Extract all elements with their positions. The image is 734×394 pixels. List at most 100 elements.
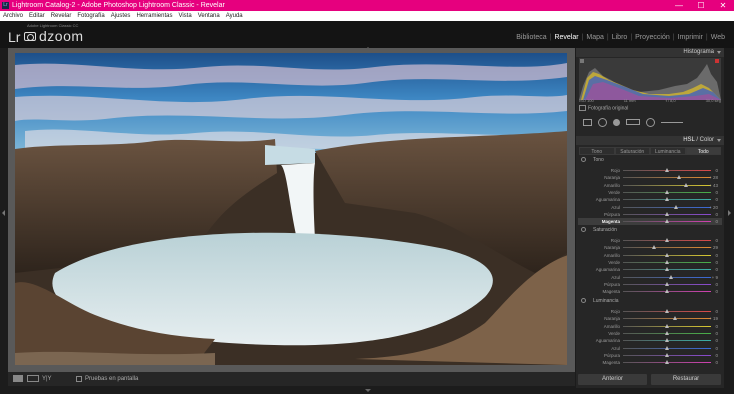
right-panel-scrollbar[interactable] [724, 58, 734, 388]
slider-value[interactable]: 0 [702, 237, 718, 244]
slider-value[interactable]: + 19 [702, 315, 718, 322]
photo-waterfall-canyon[interactable] [15, 53, 567, 365]
hsl-section-header[interactable]: Tono [581, 157, 604, 163]
loupe-view-button[interactable] [13, 375, 23, 382]
target-adjust-icon[interactable] [581, 157, 586, 163]
slider-value[interactable]: 0 [702, 211, 718, 218]
slider-value[interactable]: 0 [702, 167, 718, 174]
slider-thumb-icon[interactable] [665, 338, 669, 343]
slider-thumb-icon[interactable] [652, 245, 657, 250]
left-panel-toggle-icon[interactable] [2, 210, 5, 216]
slider-value[interactable]: 0 [702, 259, 718, 266]
module-web[interactable]: Web [708, 34, 728, 41]
slider-value[interactable]: 0 [702, 252, 718, 259]
slider-value[interactable]: - 29 [702, 244, 718, 251]
slider-thumb-icon[interactable] [665, 168, 669, 172]
tab-saturacion[interactable]: Saturación [614, 147, 650, 155]
bottom-panel-toggle-icon[interactable] [365, 389, 371, 392]
red-eye-icon[interactable] [613, 118, 620, 126]
graduated-filter-icon[interactable] [626, 119, 640, 125]
slider-track[interactable] [623, 276, 711, 278]
spot-removal-icon[interactable] [598, 117, 607, 127]
slider-thumb-icon[interactable] [677, 175, 682, 180]
slider-value[interactable]: 0 [702, 337, 718, 344]
menu-archivo[interactable]: Archivo [0, 11, 26, 21]
slider-value[interactable]: 0 [702, 345, 718, 352]
slider-thumb-icon[interactable] [665, 238, 669, 242]
module-imprimir[interactable]: Imprimir [675, 34, 706, 41]
slider-thumb-icon[interactable] [665, 197, 669, 202]
slider-thumb-icon[interactable] [673, 316, 678, 321]
module-proyeccion[interactable]: Proyección [632, 34, 673, 41]
slider-value[interactable]: + 43 [702, 182, 718, 189]
module-revelar[interactable]: Revelar [551, 34, 581, 41]
slider-value[interactable]: + 20 [702, 204, 718, 211]
proof-checkbox[interactable] [76, 376, 82, 382]
slider-thumb-icon[interactable] [665, 252, 669, 257]
slider-thumb-icon[interactable] [665, 189, 669, 194]
hsl-section-header[interactable]: Luminancia [581, 298, 619, 304]
slider-value[interactable]: 0 [702, 330, 718, 337]
right-panel-toggle-icon[interactable] [728, 210, 731, 216]
slider-track[interactable] [623, 177, 711, 179]
adjustment-brush-icon[interactable] [661, 121, 683, 123]
histogram-header[interactable]: Histograma [576, 48, 724, 57]
slider-value[interactable]: 0 [702, 359, 718, 366]
slider-value[interactable]: 0 [702, 352, 718, 359]
module-biblioteca[interactable]: Biblioteca [513, 34, 549, 41]
slider-thumb-icon[interactable] [683, 182, 688, 187]
menu-ventana[interactable]: Ventana [195, 11, 223, 21]
reset-button[interactable]: Restaurar [651, 374, 721, 385]
menu-fotografia[interactable]: Fotografía [74, 11, 107, 21]
slider-value[interactable]: 0 [702, 308, 718, 315]
menu-ayuda[interactable]: Ayuda [223, 11, 246, 21]
hsl-section-header[interactable]: Saturación [581, 227, 617, 233]
slider-thumb-icon[interactable] [665, 267, 669, 272]
hsl-header[interactable]: HSL / Color [576, 136, 724, 145]
module-libro[interactable]: Libro [609, 34, 631, 41]
slider-thumb-icon[interactable] [673, 204, 678, 209]
slider-thumb-icon[interactable] [665, 323, 669, 328]
slider-value[interactable]: 0 [702, 323, 718, 330]
tab-luminancia[interactable]: Luminancia [650, 147, 686, 155]
target-adjust-icon[interactable] [581, 227, 586, 233]
slider-track[interactable] [623, 206, 711, 208]
slider-thumb-icon[interactable] [665, 345, 669, 350]
slider-value[interactable]: + 9 [702, 274, 718, 281]
slider-value[interactable]: 0 [702, 288, 718, 295]
minimize-button[interactable]: — [668, 0, 690, 11]
module-mapa[interactable]: Mapa [583, 34, 607, 41]
color-label[interactable]: Color [700, 137, 714, 143]
slider-thumb-icon[interactable] [665, 281, 669, 286]
slider-thumb-icon[interactable] [665, 330, 669, 335]
tab-todo[interactable]: Todo [685, 147, 721, 155]
tab-tono[interactable]: Tono [579, 147, 615, 155]
slider-thumb-icon[interactable] [665, 309, 669, 313]
radial-filter-icon[interactable] [646, 117, 655, 127]
crop-overlay-icon[interactable] [583, 118, 592, 126]
slider-thumb-icon[interactable] [665, 211, 669, 216]
slider-value[interactable]: 0 [702, 281, 718, 288]
hsl-label[interactable]: HSL [683, 137, 694, 143]
maximize-button[interactable]: ☐ [690, 0, 712, 11]
slider-thumb-icon[interactable] [665, 360, 669, 365]
menu-ajustes[interactable]: Ajustes [108, 11, 134, 21]
before-after-toggle[interactable]: Y|Y [42, 372, 52, 386]
histogram-graph[interactable] [579, 58, 721, 100]
slider-track[interactable] [623, 184, 711, 186]
slider-thumb-icon[interactable] [665, 219, 669, 224]
slider-track[interactable] [623, 318, 711, 320]
slider-thumb-icon[interactable] [665, 259, 669, 264]
slider-track[interactable] [623, 247, 711, 249]
slider-thumb-icon[interactable] [665, 289, 669, 294]
close-button[interactable]: ✕ [712, 0, 734, 11]
menu-vista[interactable]: Vista [175, 11, 194, 21]
slider-value[interactable]: 0 [702, 218, 718, 225]
slider-value[interactable]: 0 [702, 189, 718, 196]
menu-editar[interactable]: Editar [26, 11, 48, 21]
original-photo-checkbox[interactable]: Fotografía original [579, 105, 628, 111]
menu-revelar[interactable]: Revelar [48, 11, 75, 21]
slider-value[interactable]: 0 [702, 266, 718, 273]
before-after-view-button[interactable] [27, 375, 39, 382]
previous-button[interactable]: Anterior [578, 374, 647, 385]
